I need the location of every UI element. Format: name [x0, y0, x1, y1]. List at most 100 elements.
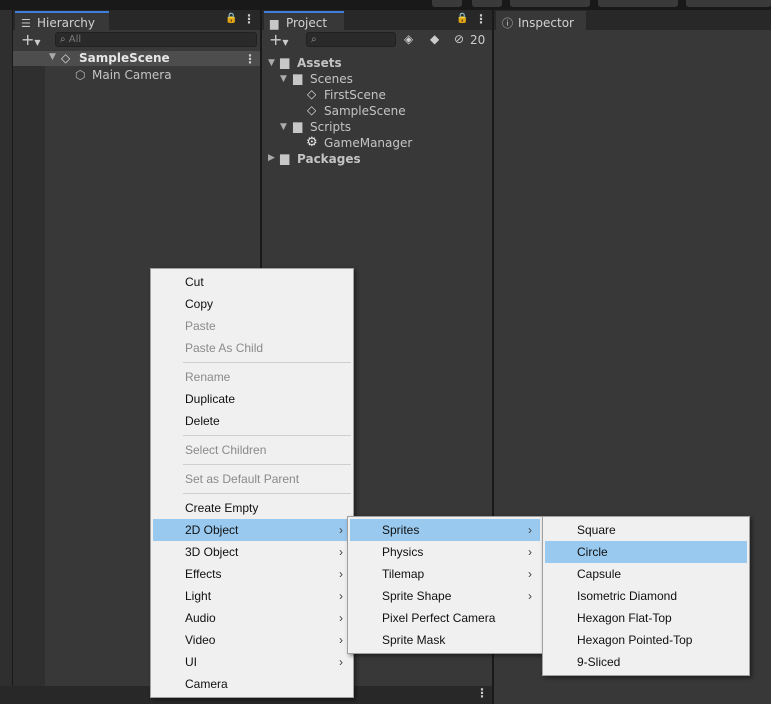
chevron-down-icon: ▼	[282, 38, 289, 47]
menu-item-copy[interactable]: Copy	[153, 293, 351, 315]
folder-open-icon: ▆	[293, 119, 303, 133]
search-by-type-icon[interactable]: ◈	[404, 32, 413, 46]
menu-item-effects[interactable]: Effects ›	[153, 563, 351, 585]
menu-item-sprite-mask[interactable]: Sprite Mask	[350, 629, 540, 651]
menu-item-ui[interactable]: UI ›	[153, 651, 351, 673]
menu-item-isometric-diamond[interactable]: Isometric Diamond	[545, 585, 747, 607]
submenu-arrow-icon: ›	[339, 611, 343, 625]
menu-item-sprite-shape[interactable]: Sprite Shape ›	[350, 585, 540, 607]
menu-item-hexagon-flat-top[interactable]: Hexagon Flat-Top	[545, 607, 747, 629]
menu-item-create-empty[interactable]: Create Empty	[153, 497, 351, 519]
lock-icon[interactable]: 🔒	[225, 13, 237, 24]
add-object-button[interactable]: +▼	[21, 30, 41, 49]
menu-item-set-default-parent: Set as Default Parent	[153, 468, 351, 490]
menu-label: Isometric Diamond	[577, 589, 678, 603]
menu-label: Capsule	[577, 567, 622, 581]
tab-project-label: Project	[286, 16, 328, 30]
menu-item-sprites[interactable]: Sprites ›	[350, 519, 540, 541]
hierarchy-menu-icon[interactable]: ⋮	[243, 12, 255, 26]
menu-label: Rename	[185, 370, 231, 384]
project-folder-assets[interactable]: Assets	[297, 56, 342, 70]
menu-label: Tilemap	[382, 567, 425, 581]
menu-label: Video	[185, 633, 216, 647]
menu-label: Delete	[185, 414, 220, 428]
project-menu-icon[interactable]: ⋮	[475, 12, 487, 26]
menu-item-paste: Paste	[153, 315, 351, 337]
project-folder-scripts[interactable]: Scripts	[310, 120, 351, 134]
menu-label: Hexagon Flat-Top	[577, 611, 672, 625]
script-gear-icon: ⚙	[306, 135, 318, 150]
menu-item-camera[interactable]: Camera	[153, 673, 351, 695]
menu-item-pixel-perfect-camera[interactable]: Pixel Perfect Camera	[350, 607, 540, 629]
layers-dropdown[interactable]	[598, 0, 678, 7]
hidden-packages-icon[interactable]: ⊘	[454, 32, 464, 46]
hierarchy-search-input[interactable]: ⌕ All	[55, 32, 257, 47]
submenu-arrow-icon: ›	[339, 567, 343, 581]
collapse-arrow-icon[interactable]: ▶	[268, 153, 275, 163]
submenu-arrow-icon: ›	[339, 589, 343, 603]
search-by-label-icon[interactable]: ◆	[430, 32, 439, 46]
layout-dropdown[interactable]	[686, 0, 771, 7]
folder-icon: ▆	[280, 151, 290, 165]
menu-label: Set as Default Parent	[185, 472, 300, 486]
menu-item-delete[interactable]: Delete	[153, 410, 351, 432]
menu-item-capsule[interactable]: Capsule	[545, 563, 747, 585]
project-search-input[interactable]: ⌕	[306, 32, 396, 47]
cloud-button[interactable]	[472, 0, 502, 7]
menu-item-square[interactable]: Square	[545, 519, 747, 541]
submenu-arrow-icon: ›	[528, 567, 532, 581]
menu-item-hexagon-pointed-top[interactable]: Hexagon Pointed-Top	[545, 629, 747, 651]
submenu-arrow-icon: ›	[528, 589, 532, 603]
search-icon: ⌕	[60, 34, 66, 45]
project-item-gamemanager[interactable]: GameManager	[324, 136, 412, 150]
menu-item-select-children: Select Children	[153, 439, 351, 461]
bottom-panel-menu-icon[interactable]: ⋮	[476, 686, 488, 700]
project-item-samplescene[interactable]: SampleScene	[324, 104, 406, 118]
expand-arrow-icon[interactable]: ▼	[280, 122, 287, 132]
expand-arrow-icon[interactable]: ▼	[268, 58, 275, 68]
expand-arrow-icon[interactable]: ▼	[49, 52, 56, 62]
unity-scene-icon: ◇	[307, 103, 317, 117]
menu-label: Physics	[382, 545, 424, 559]
menu-label: Paste	[185, 319, 216, 333]
menu-item-rename: Rename	[153, 366, 351, 388]
project-item-firstscene[interactable]: FirstScene	[324, 88, 386, 102]
menu-item-audio[interactable]: Audio ›	[153, 607, 351, 629]
menu-item-video[interactable]: Video ›	[153, 629, 351, 651]
tab-project[interactable]: ▆ Project	[264, 11, 344, 31]
project-folder-scenes[interactable]: Scenes	[310, 72, 353, 86]
menu-item-physics[interactable]: Physics ›	[350, 541, 540, 563]
menu-item-9-sliced[interactable]: 9-Sliced	[545, 651, 747, 673]
menu-label: Sprite Shape	[382, 589, 452, 603]
collab-button[interactable]	[432, 0, 462, 7]
menu-label: Camera	[185, 677, 228, 691]
scene-menu-icon[interactable]: ⋮	[244, 52, 256, 66]
submenu-2d-object: Sprites › Physics › Tilemap › Sprite Shape ›…	[347, 516, 543, 654]
create-asset-button[interactable]: +▼	[269, 30, 289, 49]
menu-label: 9-Sliced	[577, 655, 621, 669]
menu-item-light[interactable]: Light ›	[153, 585, 351, 607]
menu-label: Effects	[185, 567, 222, 581]
search-icon: ⌕	[311, 34, 317, 45]
scene-view-edge	[0, 10, 12, 704]
unity-scene-icon: ◇	[307, 87, 317, 101]
menu-item-circle[interactable]: Circle	[545, 541, 747, 563]
hierarchy-context-menu: Cut Copy Paste Paste As Child Rename Dup…	[150, 268, 354, 698]
menu-item-duplicate[interactable]: Duplicate	[153, 388, 351, 410]
menu-item-3d-object[interactable]: 3D Object ›	[153, 541, 351, 563]
hierarchy-item-main-camera[interactable]: Main Camera	[92, 68, 172, 82]
menu-item-tilemap[interactable]: Tilemap ›	[350, 563, 540, 585]
menu-label: 3D Object	[185, 545, 239, 559]
expand-arrow-icon[interactable]: ▼	[280, 74, 287, 84]
tab-inspector[interactable]: ⓘ Inspector	[496, 11, 586, 31]
menu-label: Select Children	[185, 443, 267, 457]
project-folder-packages[interactable]: Packages	[297, 152, 361, 166]
menu-separator	[183, 435, 351, 436]
account-dropdown[interactable]	[510, 0, 590, 7]
menu-label: Hexagon Pointed-Top	[577, 633, 693, 647]
lock-icon[interactable]: 🔒	[456, 13, 468, 24]
tab-hierarchy[interactable]: ☰ Hierarchy	[15, 11, 109, 31]
menu-item-cut[interactable]: Cut	[153, 271, 351, 293]
menu-item-2d-object[interactable]: 2D Object ›	[153, 519, 351, 541]
tab-hierarchy-label: Hierarchy	[37, 16, 96, 30]
